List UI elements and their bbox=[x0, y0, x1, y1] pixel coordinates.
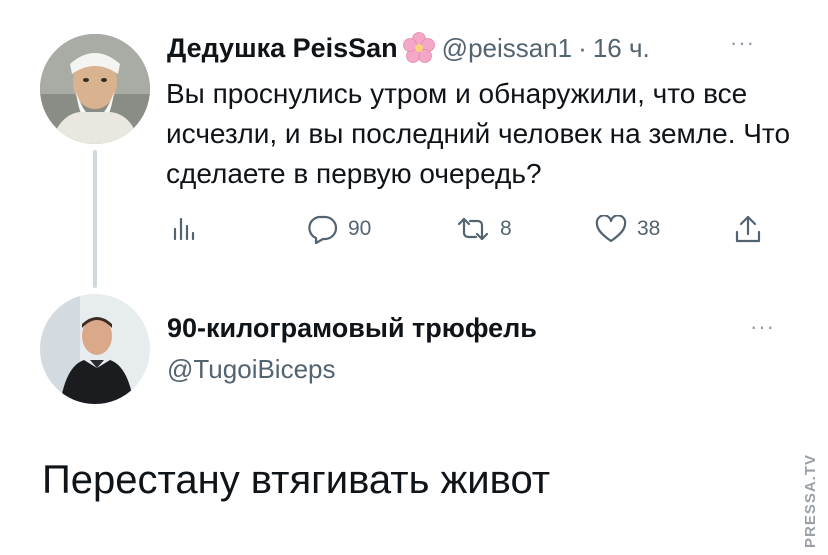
share-icon bbox=[735, 215, 761, 243]
handle[interactable]: @TugoiBiceps bbox=[167, 354, 336, 385]
reply-count: 90 bbox=[348, 217, 372, 240]
separator-dot: · bbox=[578, 32, 587, 63]
retweet-count: 8 bbox=[500, 217, 512, 240]
avatar-tugoibiceps[interactable] bbox=[40, 294, 150, 404]
display-name[interactable]: Дедушка PeisSan bbox=[167, 33, 398, 64]
reply-button[interactable]: 90 bbox=[306, 212, 371, 246]
analytics-icon bbox=[173, 217, 195, 241]
timestamp[interactable]: 16 ч. bbox=[593, 33, 650, 64]
retweet-button[interactable]: 8 bbox=[456, 212, 512, 246]
watermark: PRESSA.TV bbox=[795, 440, 825, 550]
watermark-text: PRESSA.TV bbox=[802, 454, 819, 548]
share-button[interactable] bbox=[734, 212, 762, 246]
handle[interactable]: @peissan1 bbox=[442, 33, 572, 64]
like-button[interactable]: 38 bbox=[595, 212, 660, 246]
cherry-blossom-icon bbox=[402, 31, 436, 65]
avatar-image bbox=[40, 294, 150, 404]
analytics-button[interactable] bbox=[170, 212, 198, 246]
more-options-button[interactable]: ··· bbox=[750, 314, 775, 340]
tweet-text: Вы проснулись утром и обнаружили, что вс… bbox=[166, 78, 791, 189]
reply-icon bbox=[308, 215, 338, 244]
display-name[interactable]: 90-килограмовый трюфель bbox=[167, 313, 537, 344]
tweet-text: Перестану втягивать живот bbox=[42, 458, 551, 502]
avatar-image bbox=[40, 34, 150, 144]
retweet-icon bbox=[457, 217, 489, 241]
like-count: 38 bbox=[637, 217, 661, 240]
more-options-button[interactable]: ··· bbox=[730, 30, 755, 56]
avatar-peissan[interactable] bbox=[40, 34, 150, 144]
thread-line bbox=[93, 150, 97, 288]
tweet1-header: Дедушка PeisSan @peissan1 · 16 ч. bbox=[167, 28, 650, 68]
heart-icon bbox=[595, 215, 627, 243]
